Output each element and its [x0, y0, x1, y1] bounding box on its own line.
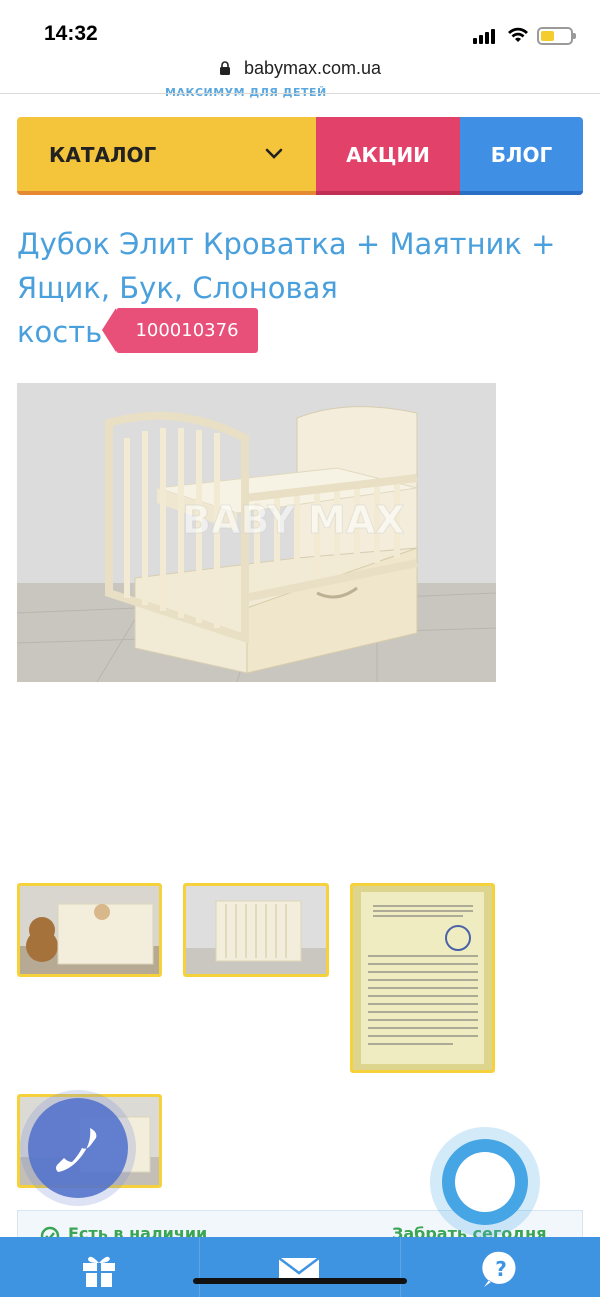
chat-bubble-icon — [455, 1152, 515, 1212]
blog-nav-button[interactable]: БЛОГ — [460, 117, 583, 195]
catalog-label: КАТАЛОГ — [49, 143, 157, 167]
home-indicator — [193, 1278, 407, 1284]
thumbnail-2[interactable] — [183, 883, 329, 977]
certificate-thumbnail[interactable] — [350, 883, 495, 1073]
help-button[interactable]: ? — [401, 1237, 600, 1297]
header-divider — [0, 93, 600, 94]
sales-label: АКЦИИ — [346, 143, 430, 167]
help-icon: ? — [481, 1251, 516, 1287]
gift-icon — [83, 1256, 115, 1287]
chevron-down-icon — [265, 148, 283, 159]
chat-button[interactable] — [430, 1127, 540, 1237]
lock-icon — [219, 61, 230, 75]
url-text: babymax.com.ua — [244, 58, 382, 78]
thumbnail-1[interactable] — [17, 883, 162, 977]
bottom-nav-bar: ? — [0, 1237, 600, 1297]
wifi-icon — [508, 27, 528, 42]
call-button[interactable] — [28, 1098, 128, 1198]
battery-icon — [537, 27, 576, 45]
svg-text:?: ? — [495, 1257, 507, 1281]
photo-watermark: BABY MAX — [182, 498, 405, 542]
blog-label: БЛОГ — [490, 143, 553, 167]
cellular-signal-icon — [473, 28, 497, 44]
crib-illustration: BABY MAX — [17, 383, 496, 682]
phone-icon — [56, 1128, 97, 1172]
main-nav: КАТАЛОГ АКЦИИ БЛОГ — [17, 117, 583, 195]
product-title-line-3: кость — [17, 315, 103, 349]
gift-button[interactable] — [0, 1237, 201, 1297]
product-main-photo[interactable]: BABY MAX — [17, 383, 496, 682]
product-title-line-1: Дубок Элит Кроватка + Маятник + — [17, 227, 556, 261]
status-bar: 14:32 — [0, 0, 600, 62]
sales-nav-button[interactable]: АКЦИИ — [316, 117, 460, 195]
product-title-line-2: Ящик, Бук, Слоновая — [17, 271, 338, 305]
product-title: Дубок Элит Кроватка + Маятник + Ящик, Бу… — [17, 222, 577, 310]
site-logo-tagline[interactable]: МАКСИМУМ ДЛЯ ДЕТЕЙ — [165, 86, 327, 98]
catalog-menu-button[interactable]: КАТАЛОГ — [17, 117, 316, 195]
sku-badge: 100010376 — [102, 308, 258, 353]
status-time: 14:32 — [44, 22, 98, 45]
mail-button[interactable] — [200, 1237, 401, 1297]
chat-ring — [442, 1139, 528, 1225]
